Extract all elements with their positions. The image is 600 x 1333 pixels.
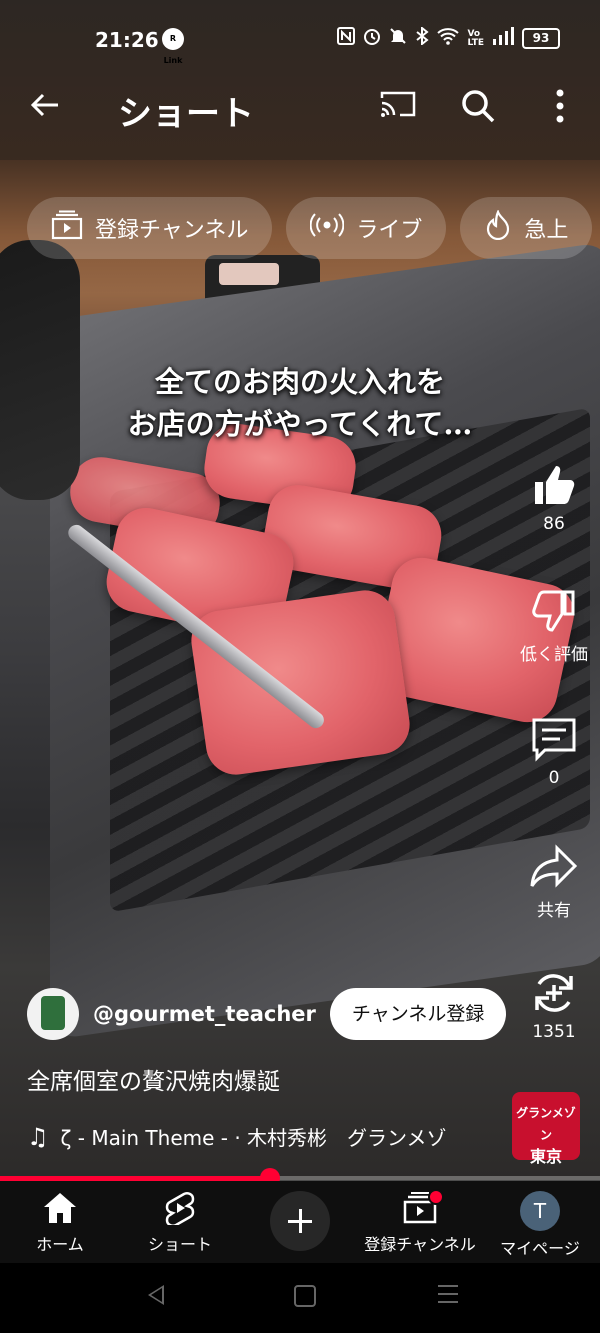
status-bar: 21:26 R Link Vo LTE 93	[0, 20, 600, 65]
nfc-icon	[337, 27, 356, 50]
chip-label: 登録チャンネル	[95, 218, 249, 243]
system-back-icon[interactable]	[148, 1285, 164, 1305]
like-count: 86	[543, 514, 565, 534]
subscriptions-icon-wrap	[402, 1189, 444, 1225]
chip-live[interactable]: ライブ	[286, 197, 447, 259]
remix-count: 1351	[532, 1022, 576, 1042]
like-button[interactable]: 86	[508, 462, 600, 534]
nav-home[interactable]: ホーム	[0, 1191, 120, 1255]
chip-trending[interactable]: 急上	[460, 197, 593, 259]
bottom-navigation: ホーム ショート 登録チャンネル T マイページ	[0, 1181, 600, 1263]
music-title: ζ - Main Theme - · 木村秀彬 グランメゾ	[60, 1126, 447, 1150]
shorts-icon	[165, 1192, 195, 1225]
music-note-icon: ♫	[27, 1122, 49, 1151]
chip-label: 急上	[524, 218, 569, 243]
music-row[interactable]: ♫ ζ - Main Theme - · 木村秀彬 グランメゾ	[27, 1122, 446, 1151]
share-label: 共有	[537, 901, 571, 921]
signal-icon	[492, 27, 514, 50]
volte-icon: Vo LTE	[467, 28, 484, 48]
chip-label: ライブ	[356, 218, 423, 243]
system-home-icon[interactable]	[294, 1285, 316, 1307]
filter-chips: 登録チャンネル ライブ 急上	[27, 197, 593, 259]
remix-button[interactable]: 1351	[508, 970, 600, 1042]
status-time: 21:26	[95, 28, 159, 52]
video-meat-slice	[187, 586, 414, 779]
rlink-icon: R Link	[162, 28, 184, 65]
more-vert-icon[interactable]	[548, 88, 572, 124]
system-navigation-bar	[0, 1263, 600, 1333]
cast-icon[interactable]	[380, 90, 416, 118]
share-icon	[530, 844, 578, 888]
comment-button[interactable]: 0	[508, 716, 600, 788]
video-caption-line-2: お店の方がやってくれて…	[127, 407, 473, 441]
channel-row: @gourmet_teacher チャンネル登録	[27, 988, 507, 1040]
dislike-button[interactable]: 低く評価	[508, 588, 600, 665]
share-button[interactable]: 共有	[508, 844, 600, 921]
nav-my-page-label: マイページ	[500, 1239, 580, 1258]
nav-subscriptions-label: 登録チャンネル	[364, 1235, 476, 1254]
channel-handle[interactable]: @gourmet_teacher	[93, 1002, 316, 1026]
bluetooth-icon	[415, 25, 430, 50]
subscribe-button[interactable]: チャンネル登録	[329, 988, 507, 1040]
sound-source-thumbnail[interactable]: グランメゾン 東京	[512, 1092, 580, 1166]
video-caption-line-1: 全てのお肉の火入れを	[154, 365, 445, 399]
nav-shorts[interactable]: ショート	[120, 1191, 240, 1255]
remix-icon	[535, 974, 573, 1012]
mute-icon	[389, 27, 407, 50]
notification-dot	[428, 1189, 444, 1205]
page-title: ショート	[118, 94, 254, 134]
top-app-bar: ショート	[0, 78, 600, 138]
thumb-down-icon	[532, 590, 575, 632]
battery-icon: 93	[522, 28, 560, 49]
nav-subscriptions[interactable]: 登録チャンネル	[360, 1189, 480, 1255]
brand-logo-line-1: グランメゾン	[516, 1106, 576, 1142]
trending-icon	[484, 209, 512, 246]
wifi-icon	[437, 27, 460, 50]
create-plus-button[interactable]	[270, 1191, 330, 1251]
comment-count: 0	[548, 768, 560, 788]
nav-shorts-label: ショート	[147, 1235, 212, 1254]
user-avatar: T	[520, 1191, 560, 1231]
brand-logo-line-2: 東京	[529, 1147, 562, 1166]
subscriptions-icon	[51, 210, 83, 246]
dislike-label: 低く評価	[520, 645, 588, 665]
alarm-icon	[363, 27, 381, 50]
status-icons: Vo LTE 93	[337, 25, 560, 50]
video-description[interactable]: 全席個室の贅沢焼肉爆誕	[27, 1062, 280, 1096]
thumb-up-icon	[535, 466, 575, 504]
back-arrow-icon[interactable]	[28, 88, 62, 131]
comment-icon	[532, 718, 576, 762]
live-icon	[309, 213, 345, 243]
nav-my-page[interactable]: T マイページ	[480, 1191, 600, 1259]
chip-subscriptions[interactable]: 登録チャンネル	[27, 197, 273, 259]
system-recents-icon[interactable]	[438, 1285, 458, 1305]
nav-home-label: ホーム	[36, 1235, 84, 1254]
channel-avatar[interactable]	[27, 988, 79, 1040]
home-icon	[44, 1193, 76, 1223]
search-icon[interactable]	[460, 88, 496, 124]
